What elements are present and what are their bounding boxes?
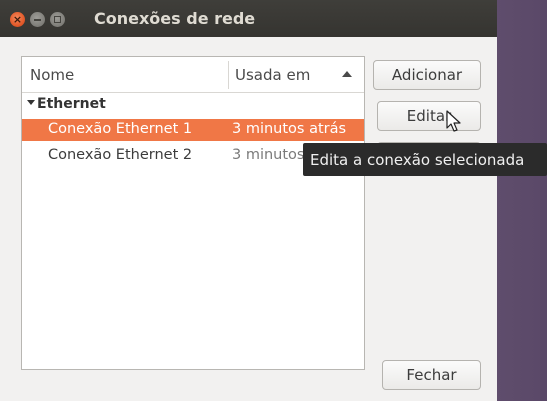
expander-icon[interactable]: [27, 100, 35, 105]
sort-ascending-icon[interactable]: [342, 71, 352, 77]
connection-used: 3 minutos atrás: [232, 121, 347, 137]
close-icon: ×: [12, 13, 23, 26]
close-window-button[interactable]: ×: [10, 12, 25, 27]
maximize-window-button[interactable]: [50, 12, 65, 27]
list-item[interactable]: Conexão Ethernet 1 3 minutos atrás: [22, 119, 364, 141]
network-connections-window: × Conexões de rede Nome Usada em Etherne…: [0, 0, 497, 401]
tooltip: Edita a conexão selecionada: [303, 143, 547, 176]
window-title: Conexões de rede: [94, 9, 256, 28]
desktop-background: [497, 0, 547, 401]
close-button[interactable]: Fechar: [382, 360, 481, 390]
tooltip-text: Edita a conexão selecionada: [310, 150, 525, 169]
add-button[interactable]: Adicionar: [373, 60, 481, 90]
connections-list[interactable]: Nome Usada em Ethernet Conexão Ethernet …: [21, 56, 365, 370]
edit-button[interactable]: Editar: [377, 101, 481, 131]
title-bar[interactable]: × Conexões de rede: [0, 0, 497, 37]
connection-name: Conexão Ethernet 1: [48, 121, 193, 137]
connection-name: Conexão Ethernet 2: [48, 147, 193, 163]
group-row-ethernet[interactable]: Ethernet: [22, 95, 364, 117]
column-separator[interactable]: [228, 61, 229, 89]
column-header-used[interactable]: Usada em: [235, 66, 310, 84]
list-header: Nome Usada em: [22, 57, 364, 93]
group-label: Ethernet: [37, 96, 106, 112]
column-header-name[interactable]: Nome: [30, 66, 74, 84]
minimize-window-button[interactable]: [30, 12, 45, 27]
mouse-pointer-icon: [446, 110, 461, 132]
